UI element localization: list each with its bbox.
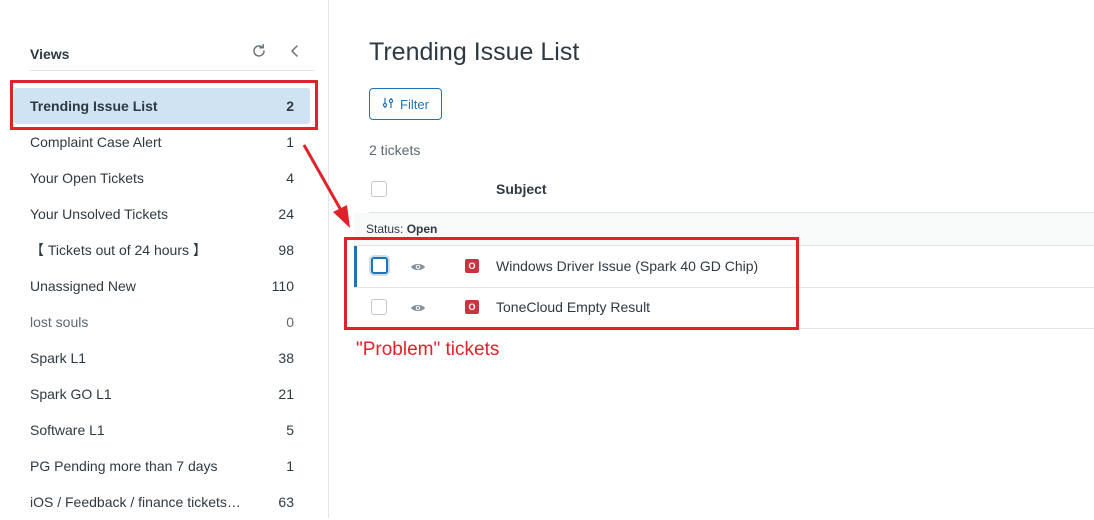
row-focus-indicator [354,246,357,287]
chevron-left-icon[interactable] [286,42,304,60]
view-item-software-l1[interactable]: Software L1 5 [14,412,310,448]
view-item-your-open-tickets[interactable]: Your Open Tickets 4 [14,160,310,196]
view-item-label: Trending Issue List [30,98,158,114]
view-item-count: 24 [278,206,294,222]
view-item-unassigned-new[interactable]: Unassigned New 110 [14,268,310,304]
filter-sliders-icon [382,97,394,112]
subject-column-header[interactable]: Subject [496,181,547,197]
view-item-spark-l1[interactable]: Spark L1 38 [14,340,310,376]
view-item-count: 98 [278,242,294,258]
views-title: Views [30,46,70,62]
table-row[interactable]: O Windows Driver Issue (Spark 40 GD Chip… [354,246,1094,288]
status-group-row: Status: Open [354,213,1094,246]
status-group-label: Status: [366,222,404,236]
view-item-your-unsolved-tickets[interactable]: Your Unsolved Tickets 24 [14,196,310,232]
table-header: Subject [369,176,1094,213]
views-sidebar: Views Trending Issue List 2 Complaint Ca… [0,0,329,518]
view-item-count: 5 [286,422,294,438]
view-item-label: lost souls [30,314,89,330]
main-panel: Trending Issue List Filter 2 tickets Sub… [329,0,1094,518]
status-group-text: Status: Open [366,222,437,236]
view-item-tickets-out-of-24-hours[interactable]: 【 Tickets out of 24 hours 】 98 [14,232,310,268]
view-item-count: 4 [286,170,294,186]
refresh-icon[interactable] [250,42,268,60]
view-item-label: Spark L1 [30,350,87,366]
view-item-spark-go-l1[interactable]: Spark GO L1 21 [14,376,310,412]
row-checkbox[interactable] [371,257,388,274]
view-item-trending-issue-list[interactable]: Trending Issue List 2 [14,88,310,124]
view-item-count: 1 [286,458,294,474]
filter-button[interactable]: Filter [369,88,442,120]
eye-icon[interactable] [410,300,426,316]
eye-icon[interactable] [410,259,426,275]
view-item-label: Spark GO L1 [30,386,112,402]
view-item-count: 38 [278,350,294,366]
ticket-count: 2 tickets [369,142,421,158]
status-group-value: Open [406,222,438,236]
row-checkbox[interactable] [371,299,387,315]
annotation-label: "Problem" tickets [356,339,500,360]
table-row[interactable]: O ToneCloud Empty Result [354,287,1094,329]
view-item-count: 2 [286,98,294,114]
view-item-count: 21 [278,386,294,402]
view-item-label: Complaint Case Alert [30,134,162,150]
filter-label: Filter [400,96,429,112]
view-item-label: Software L1 [30,422,105,438]
ticket-subject[interactable]: Windows Driver Issue (Spark 40 GD Chip) [496,258,758,274]
ticket-subject[interactable]: ToneCloud Empty Result [496,299,650,315]
view-item-count: 1 [286,134,294,150]
view-item-count: 110 [271,278,294,294]
view-item-label: PG Pending more than 7 days [30,458,218,474]
view-item-pg-pending[interactable]: PG Pending more than 7 days 1 [14,448,310,484]
view-item-count: 63 [278,494,294,510]
view-item-lost-souls[interactable]: lost souls 0 [14,304,310,340]
views-header: Views [30,40,314,71]
view-item-count: 0 [286,314,294,330]
view-item-label: Your Unsolved Tickets [30,206,168,222]
page-title: Trending Issue List [369,38,580,66]
view-item-label: 【 Tickets out of 24 hours 】 [30,242,207,258]
view-item-label: Unassigned New [30,278,136,294]
status-badge: O [465,259,479,273]
view-item-label: Your Open Tickets [30,170,144,186]
view-item-label: iOS / Feedback / finance tickets ... [30,494,243,510]
view-item-complaint-case-alert[interactable]: Complaint Case Alert 1 [14,124,310,160]
view-item-ios-feedback-finance[interactable]: iOS / Feedback / finance tickets ... 63 [14,484,310,520]
view-list: Trending Issue List 2 Complaint Case Ale… [14,88,310,520]
status-badge: O [465,300,479,314]
select-all-checkbox[interactable] [371,181,387,197]
